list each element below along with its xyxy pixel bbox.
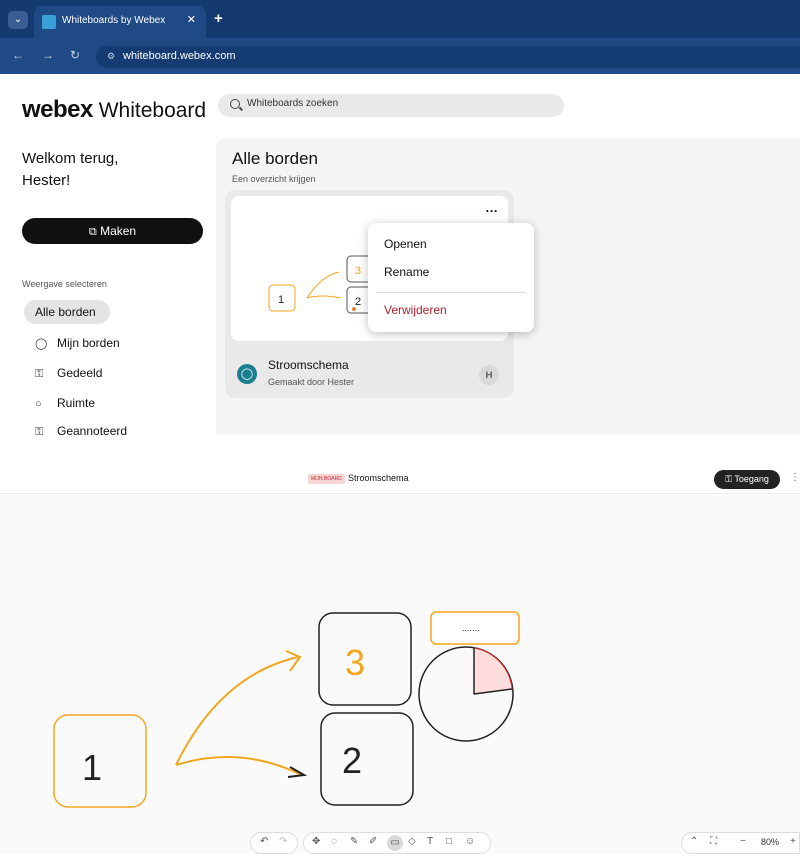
sidebar-item-space[interactable]: ○ Ruimte — [35, 396, 95, 410]
whiteboard-canvas[interactable]: 1 3 2 ....... — [0, 495, 800, 854]
people-icon: ⚿ — [35, 426, 44, 436]
zoom-toolbar: ⌃ ⛶ − 80% + — [681, 832, 800, 854]
close-icon[interactable]: ✕ — [187, 13, 196, 26]
people-icon: ⚿ — [35, 368, 44, 380]
emoji-icon[interactable]: ☺ — [465, 836, 475, 847]
shape-box-2 — [320, 712, 414, 806]
access-button[interactable]: ⚿ Toegang — [714, 470, 780, 489]
search-input[interactable] — [247, 98, 547, 109]
url-text: whiteboard.webex.com — [123, 50, 236, 62]
shapes-icon[interactable]: ◇ — [408, 836, 416, 847]
sticky-note-icon[interactable]: □ — [446, 836, 452, 847]
webex-favicon-icon — [42, 15, 56, 29]
tab-title: Whiteboards by Webex — [62, 15, 166, 26]
page-title: Alle borden — [232, 149, 319, 168]
tab-search-icon[interactable]: ⌄ — [8, 11, 28, 29]
editor-header: MIJN BOARD Stroomschema ⚿ Toegang ⋮ — [0, 464, 800, 494]
editor-board-name[interactable]: Stroomschema — [348, 473, 409, 483]
arrow-to-3 — [175, 656, 299, 766]
text-icon[interactable]: T — [427, 836, 433, 847]
board-type-icon: ◯ — [237, 364, 257, 384]
more-options-icon[interactable]: … — [485, 200, 499, 215]
site-settings-icon[interactable]: ⚙ — [104, 49, 118, 63]
new-board-icon: ⧉ — [88, 226, 97, 238]
board-badge: MIJN BOARD — [308, 474, 345, 484]
undo-icon[interactable]: ↶ — [260, 836, 268, 847]
pen-icon[interactable]: ✎ — [350, 836, 358, 847]
svg-text:2: 2 — [355, 296, 361, 308]
sidebar-item-my-boards[interactable]: ◯ Mijn borden — [35, 336, 120, 350]
shape-label-1: 1 — [82, 747, 102, 788]
redo-icon[interactable]: ↷ — [279, 836, 287, 847]
board-context-menu: Openen Rename Verwijderen — [368, 223, 534, 332]
search-bar[interactable] — [218, 94, 564, 117]
menu-divider — [376, 292, 526, 293]
fit-screen-icon[interactable]: ⛶ — [710, 836, 717, 847]
board-name: Stroomschema — [268, 358, 349, 372]
shape-label-3: 3 — [345, 642, 365, 683]
url-field[interactable]: ⚙ whiteboard.webex.com — [96, 46, 800, 68]
canvas-drawing: 1 3 2 ....... — [53, 611, 520, 808]
arrow-to-2 — [175, 756, 303, 776]
svg-text:3: 3 — [355, 265, 361, 277]
browser-tab[interactable]: Whiteboards by Webex ✕ — [34, 6, 206, 38]
board-author: Gemaakt door Hester — [268, 377, 355, 387]
menu-item-delete[interactable]: Verwijderen — [384, 303, 447, 317]
zoom-in-icon[interactable]: + — [790, 836, 796, 847]
forward-icon[interactable]: → — [42, 48, 54, 62]
webex-logo: webex Whiteboard — [22, 96, 207, 123]
shape-label-2: 2 — [342, 740, 362, 781]
zoom-out-icon[interactable]: − — [740, 836, 746, 847]
menu-item-rename[interactable]: Rename — [384, 265, 429, 279]
lasso-icon[interactable]: ◌ — [331, 836, 337, 847]
eraser-icon[interactable]: ▭ — [387, 835, 403, 851]
sticky-note-text: ....... — [462, 623, 480, 633]
page-subtitle: Een overzicht krijgen — [232, 174, 316, 184]
search-icon — [230, 99, 240, 109]
sidebar-item-shared[interactable]: ⚿ Gedeeld — [35, 366, 102, 381]
view-select-label: Weergave selecteren — [22, 279, 107, 289]
address-bar: ← → ↻ ⚙ whiteboard.webex.com — [0, 38, 800, 74]
move-icon[interactable]: ✥ — [312, 836, 320, 847]
undo-redo-toolbar: ↶ ↷ — [250, 832, 298, 854]
create-button[interactable]: ⧉ Maken — [22, 218, 203, 244]
reload-icon[interactable]: ↻ — [70, 48, 80, 62]
chat-icon: ○ — [35, 398, 42, 410]
drawing-toolbar: ✥ ◌ ✎ ✐ ▭ ◇ T □ ☺ — [303, 832, 491, 854]
browser-tab-bar: ⌄ Whiteboards by Webex ✕ + — [0, 0, 800, 38]
back-icon[interactable]: ← — [12, 48, 24, 62]
sidebar-item-all-boards[interactable]: Alle borden — [24, 300, 110, 324]
owner-avatar: H — [479, 365, 499, 385]
section-divider — [0, 440, 800, 448]
welcome-message: Welkom terug, Hester! — [22, 150, 119, 189]
svg-text:1: 1 — [278, 294, 284, 306]
user-icon: ◯ — [35, 338, 48, 350]
new-tab-icon[interactable]: + — [214, 10, 223, 27]
menu-item-open[interactable]: Openen — [384, 237, 427, 251]
zoom-level: 80% — [761, 837, 780, 847]
more-vertical-icon[interactable]: ⋮ — [790, 472, 800, 483]
sidebar-item-annotated[interactable]: ⚿ Geannoteerd — [35, 424, 127, 436]
people-icon: ⚿ — [725, 474, 732, 484]
chevron-up-icon[interactable]: ⌃ — [690, 836, 698, 847]
highlighter-icon[interactable]: ✐ — [369, 836, 377, 847]
